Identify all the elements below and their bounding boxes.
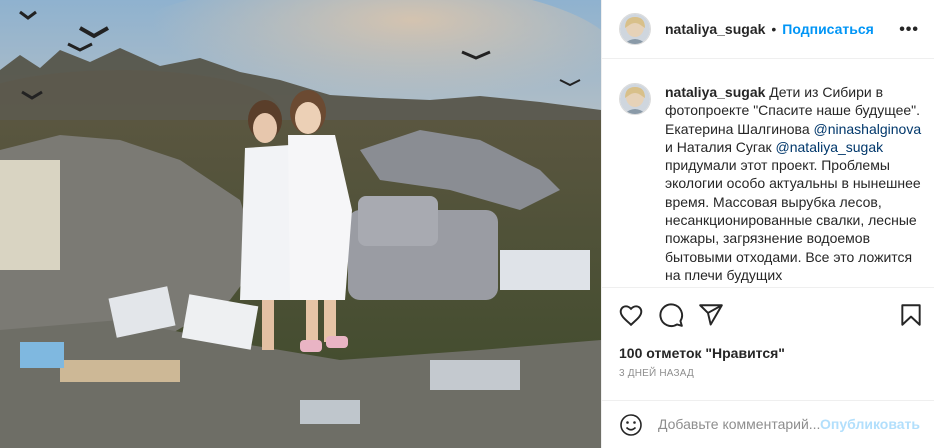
follow-button[interactable]: Подписаться — [782, 21, 874, 37]
caption-avatar-image — [620, 84, 650, 114]
caption-row: nataliya_sugak Дети из Сибири в фотопрое… — [619, 83, 929, 284]
caption-text-3: придумали этот проект. Проблемы экологии… — [665, 157, 921, 283]
separator-dot: • — [771, 21, 777, 37]
comment-input[interactable] — [658, 412, 838, 436]
post-side-panel: nataliya_sugak • Подписаться ••• nataliy… — [601, 0, 934, 448]
likes-count[interactable]: 100 отметок "Нравится" — [619, 345, 785, 361]
comments-area[interactable]: nataliya_sugak Дети из Сибири в фотопрое… — [602, 60, 934, 286]
post-timestamp[interactable]: 3 дней назад — [619, 368, 694, 379]
mention-link-2[interactable]: @nataliya_sugak — [776, 139, 884, 155]
emoji-icon[interactable] — [619, 413, 643, 437]
post-photo[interactable] — [0, 0, 601, 448]
caption-avatar[interactable] — [619, 83, 651, 115]
bookmark-icon[interactable] — [898, 302, 924, 328]
post-image — [0, 0, 601, 448]
avatar-image — [620, 14, 650, 44]
caption-text-2: и Наталия Сугак — [665, 138, 776, 155]
caption-username[interactable]: nataliya_sugak — [665, 84, 765, 100]
more-options-icon[interactable]: ••• — [899, 21, 919, 39]
caption-text: nataliya_sugak Дети из Сибири в фотопрое… — [665, 83, 929, 284]
avatar[interactable] — [619, 13, 651, 45]
add-comment-section: Опубликовать — [602, 400, 934, 448]
heart-icon[interactable] — [618, 302, 644, 328]
post-header: nataliya_sugak • Подписаться ••• — [602, 0, 934, 59]
mention-link-1[interactable]: @ninashalginova — [814, 121, 922, 137]
publish-button[interactable]: Опубликовать — [820, 416, 920, 432]
comment-icon[interactable] — [658, 302, 684, 328]
share-icon[interactable] — [698, 302, 724, 328]
username-link[interactable]: nataliya_sugak — [665, 21, 765, 37]
